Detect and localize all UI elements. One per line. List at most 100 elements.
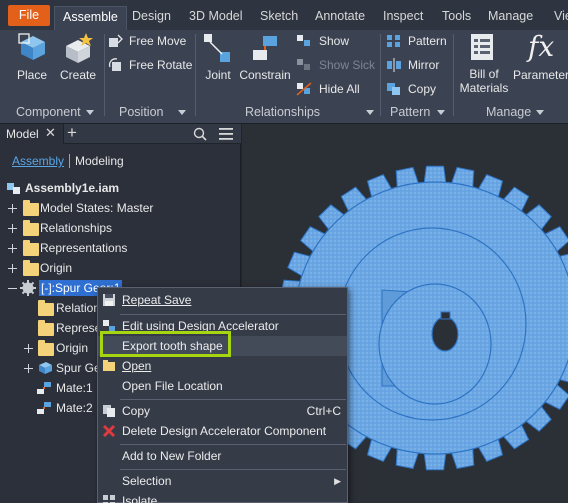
expand-icon[interactable] bbox=[8, 224, 17, 233]
tab-annotate[interactable]: Annotate bbox=[307, 6, 373, 30]
tab-sketch[interactable]: Sketch bbox=[252, 6, 306, 30]
expand-icon[interactable] bbox=[8, 244, 17, 253]
tree-item-mate-2[interactable]: Mate:2 bbox=[6, 398, 98, 418]
menu-item-copy[interactable]: Copy Ctrl+C bbox=[98, 401, 347, 421]
tree-item-relationships[interactable]: Relationships bbox=[6, 218, 236, 238]
hide-all-button[interactable]: Hide All bbox=[296, 79, 376, 99]
tab-file[interactable]: File bbox=[8, 5, 50, 26]
folder-icon bbox=[38, 340, 54, 356]
tree-item-assembly-root[interactable]: Assembly1e.iam bbox=[6, 178, 236, 198]
tab-manage[interactable]: Manage bbox=[480, 6, 541, 30]
free-move-icon bbox=[109, 34, 123, 47]
tree-item-sub-representations[interactable]: Representations bbox=[6, 318, 98, 338]
position-panel-dropdown-icon[interactable] bbox=[178, 110, 186, 115]
relationships-panel-dropdown-icon[interactable] bbox=[366, 110, 374, 115]
joint-button[interactable]: Joint bbox=[200, 30, 236, 90]
pattern-panel-dropdown-icon[interactable] bbox=[437, 110, 445, 115]
mirror-label: Mirror bbox=[408, 58, 440, 72]
tab-tools[interactable]: Tools bbox=[434, 6, 479, 30]
delete-icon bbox=[102, 424, 116, 438]
isolate-icon bbox=[103, 495, 115, 503]
manage-panel-dropdown-icon[interactable] bbox=[536, 110, 544, 115]
place-button[interactable]: Place bbox=[10, 30, 54, 90]
tab-modeling-view[interactable]: Modeling bbox=[75, 154, 124, 168]
show-button[interactable]: Show bbox=[296, 31, 376, 51]
create-button[interactable]: Create bbox=[56, 30, 100, 90]
tab-view[interactable]: View bbox=[546, 6, 568, 30]
browser-title-bar: Model ✕ + bbox=[0, 123, 241, 144]
free-rotate-button[interactable]: Free Rotate bbox=[108, 55, 198, 75]
pattern-panel-title[interactable]: Pattern bbox=[390, 105, 430, 119]
show-sick-label: Show Sick bbox=[319, 58, 376, 72]
gear-tooth bbox=[423, 165, 447, 183]
tree-item-sub-origin[interactable]: Origin bbox=[6, 338, 98, 358]
close-icon[interactable]: ✕ bbox=[45, 125, 56, 141]
bore-hole bbox=[431, 316, 459, 352]
free-rotate-icon bbox=[108, 58, 121, 71]
place-label: Place bbox=[16, 68, 48, 82]
relationships-label: Relationships bbox=[40, 221, 113, 235]
collapse-icon[interactable] bbox=[8, 284, 17, 293]
part-icon bbox=[39, 362, 52, 374]
menu-item-open-file-location[interactable]: Open File Location bbox=[98, 376, 347, 396]
show-sick-icon bbox=[297, 59, 310, 70]
delete-component-label: Delete Design Accelerator Component bbox=[122, 424, 327, 438]
parameters-button[interactable]: fx Parameters bbox=[512, 30, 568, 90]
tab-assembly-view[interactable]: Assembly bbox=[12, 154, 64, 168]
ribbon-separator bbox=[104, 34, 105, 116]
tree-item-mate-1[interactable]: Mate:1 bbox=[6, 378, 98, 398]
add-tab-icon[interactable]: + bbox=[67, 123, 77, 143]
show-sick-button[interactable]: Show Sick bbox=[296, 55, 376, 75]
assembly-icon bbox=[7, 183, 20, 194]
mate-2-label: Mate:2 bbox=[56, 401, 93, 415]
menu-icon[interactable] bbox=[219, 128, 233, 140]
menu-item-add-to-new-folder[interactable]: Add to New Folder bbox=[98, 446, 347, 466]
free-move-button[interactable]: Free Move bbox=[108, 31, 190, 51]
joint-label: Joint bbox=[205, 68, 231, 82]
ribbon-separator bbox=[380, 34, 381, 116]
create-label: Create bbox=[59, 68, 97, 82]
constrain-button[interactable]: Constrain bbox=[238, 30, 292, 90]
tab-model[interactable]: Model ✕ bbox=[0, 124, 64, 144]
tab-3d-model[interactable]: 3D Model bbox=[181, 6, 251, 30]
copy-ribbon-button[interactable]: Copy bbox=[386, 79, 450, 99]
free-move-label: Free Move bbox=[129, 34, 187, 48]
folder-icon bbox=[38, 300, 54, 316]
relationships-panel-title[interactable]: Relationships bbox=[245, 105, 320, 119]
copy-ribbon-label: Copy bbox=[408, 82, 437, 96]
mirror-button[interactable]: Mirror bbox=[386, 55, 450, 75]
constrain-icon bbox=[253, 36, 277, 60]
tab-assemble[interactable]: Assemble bbox=[54, 6, 127, 31]
search-icon[interactable] bbox=[193, 127, 207, 141]
bill-of-materials-label-line1: Bill of bbox=[469, 67, 499, 81]
menu-item-delete-design-accelerator-component[interactable]: Delete Design Accelerator Component bbox=[98, 421, 347, 441]
folder-icon bbox=[23, 200, 39, 216]
menu-item-repeat-save[interactable]: Repeat Save bbox=[98, 290, 347, 310]
bill-of-materials-button[interactable]: Bill of Materials bbox=[456, 30, 512, 100]
tree-item-spur-gear-part[interactable]: Spur Gear bbox=[6, 358, 98, 378]
tree-item-origin[interactable]: Origin bbox=[6, 258, 236, 278]
expand-icon[interactable] bbox=[24, 344, 33, 353]
sub-representations-label: Representations bbox=[56, 321, 98, 335]
expand-icon[interactable] bbox=[8, 204, 17, 213]
menu-item-isolate[interactable]: Isolate bbox=[98, 491, 347, 503]
tree-item-relations[interactable]: Relations bbox=[6, 298, 106, 318]
copy-shortcut: Ctrl+C bbox=[306, 404, 341, 418]
manage-panel-title[interactable]: Manage bbox=[486, 105, 531, 119]
menu-item-selection[interactable]: Selection ▶ bbox=[98, 471, 347, 491]
keyway bbox=[440, 311, 451, 320]
component-panel-dropdown-icon[interactable] bbox=[86, 110, 94, 115]
component-panel-title[interactable]: Component bbox=[16, 105, 81, 119]
position-panel-title[interactable]: Position bbox=[119, 105, 163, 119]
tab-inspect[interactable]: Inspect bbox=[375, 6, 431, 30]
expand-icon[interactable] bbox=[24, 364, 33, 373]
bill-of-materials-label-line2: Materials bbox=[459, 81, 509, 95]
pattern-button[interactable]: Pattern bbox=[386, 31, 450, 51]
expand-icon[interactable] bbox=[8, 264, 17, 273]
parameters-fx-icon: fx bbox=[528, 30, 555, 63]
tab-design[interactable]: Design bbox=[124, 6, 179, 30]
tree-item-model-states[interactable]: Model States: Master bbox=[6, 198, 236, 218]
menu-item-open[interactable]: Open bbox=[98, 356, 347, 376]
assembly-root-label: Assembly1e.iam bbox=[25, 181, 120, 195]
tree-item-representations[interactable]: Representations bbox=[6, 238, 236, 258]
